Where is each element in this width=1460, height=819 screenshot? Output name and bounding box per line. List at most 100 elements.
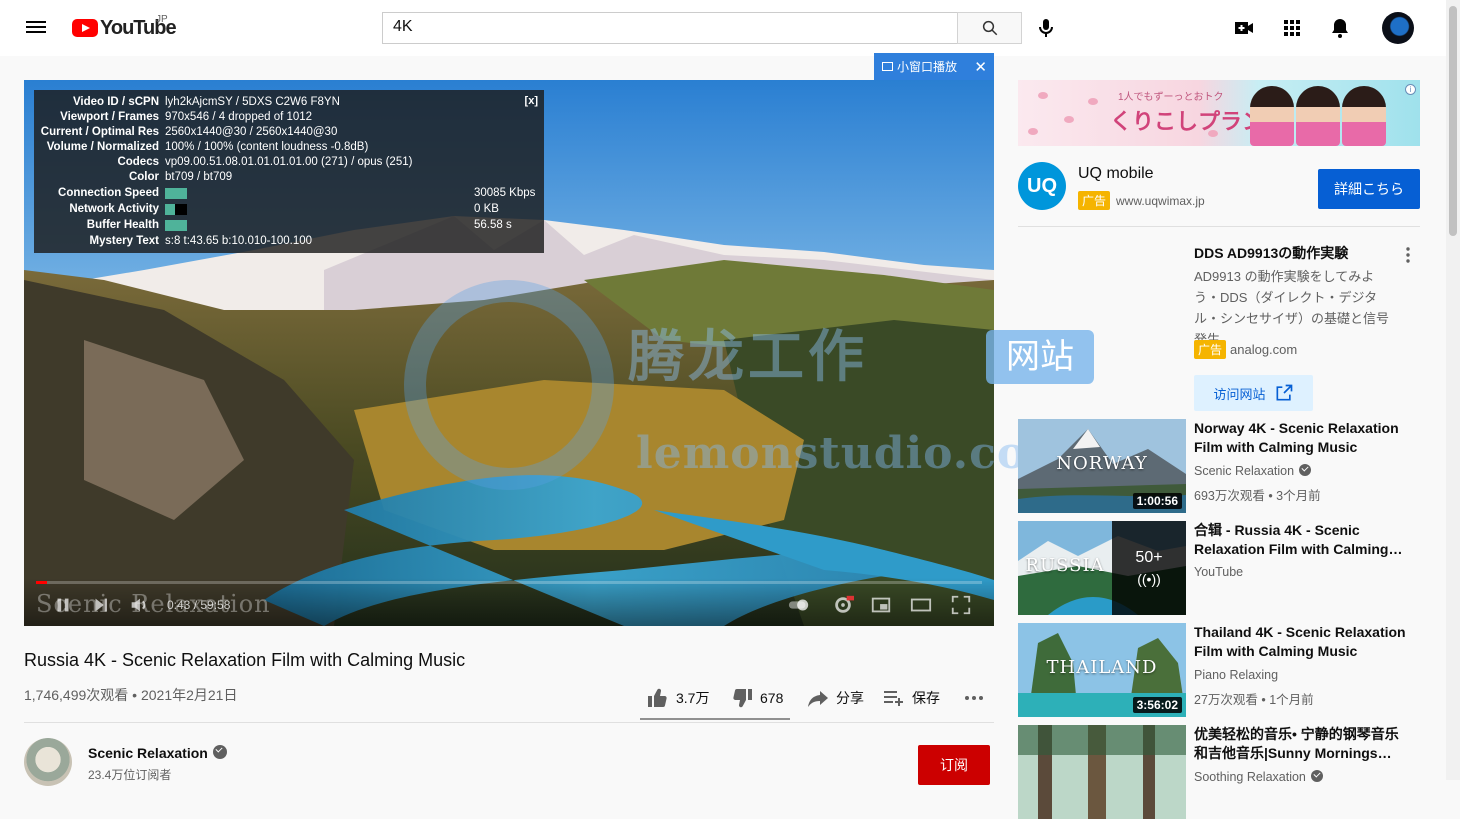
like-count: 3.7万 [676, 690, 710, 706]
playlist-overlay: 50+ ((•)) [1112, 521, 1186, 615]
like-ratio-bar [640, 718, 790, 720]
recommended-playlist[interactable]: RUSSIA 50+ ((•)) 合辑 - Russia 4K - Scenic… [1018, 521, 1420, 615]
channel-name-text: Scenic Relaxation [88, 745, 208, 761]
scrollbar-thumb[interactable] [1449, 6, 1457, 236]
stats-graph [165, 204, 187, 215]
stats-graph [165, 188, 187, 199]
video-thumbnail[interactable]: THAILAND 3:56:02 [1018, 623, 1186, 717]
divider [24, 722, 994, 723]
page-scrollbar[interactable] [1446, 0, 1460, 780]
channel-name[interactable]: Scenic Relaxation [88, 745, 227, 761]
recommended-title: Norway 4K - Scenic Relaxation Film with … [1194, 420, 1399, 455]
verified-icon [1299, 464, 1312, 476]
recommended-title: 合辑 - Russia 4K - Scenic Relaxation Film … [1194, 522, 1403, 557]
save-button[interactable]: 保存 [882, 686, 940, 710]
ad-description: AD9913 の動作実験をしてみよう・DDS（ダイレクト・デジタル・シンセサイザ… [1194, 269, 1390, 347]
menu-icon[interactable] [24, 18, 48, 38]
ad-title[interactable]: DDS AD9913の動作実験 [1194, 243, 1348, 263]
video-thumbnail[interactable]: RUSSIA 50+ ((•)) [1018, 521, 1186, 615]
thumbnail-text: THAILAND [1046, 657, 1158, 678]
ad-info-icon[interactable]: i [1405, 84, 1416, 95]
visit-site-label: 访问网站 [1213, 386, 1266, 402]
region-label: JP [156, 14, 168, 25]
stats-label: Network Activity [69, 203, 159, 215]
verified-icon [212, 745, 227, 759]
video-title: Russia 4K - Scenic Relaxation Film with … [24, 650, 466, 670]
visit-site-button[interactable]: 访问网站 [1194, 375, 1313, 411]
miniplayer-label: 小窗口播放 [897, 60, 958, 74]
recommended-video[interactable]: NORWAY 1:00:56 Norway 4K - Scenic Relaxa… [1018, 419, 1420, 513]
ad-site: analog.com [1230, 342, 1298, 357]
live-mix-icon: ((•)) [1137, 571, 1161, 587]
search-icon [982, 20, 997, 36]
ad-banner[interactable]: 1人でもずーっとおトク くりこしプラン i [1018, 80, 1420, 146]
stats-graph [165, 220, 187, 231]
thumbs-up-icon [648, 688, 667, 708]
stats-value: 100% / 100% (content loudness -0.8dB) [165, 141, 369, 153]
divider [1018, 226, 1420, 227]
stats-value: 0 KB [474, 203, 499, 215]
search-button[interactable] [957, 12, 1022, 44]
subscribe-button[interactable]: 订阅 [918, 745, 990, 785]
verified-icon [1310, 770, 1323, 782]
microphone-icon[interactable] [1034, 16, 1058, 40]
user-avatar[interactable] [1382, 12, 1414, 44]
share-button[interactable]: 分享 [806, 686, 864, 710]
site-watermark-badge: 网站 [986, 330, 1094, 384]
search-input[interactable]: 4K [382, 12, 958, 44]
top-bar: YouTube JP 4K [0, 0, 1446, 56]
video-thumbnail[interactable] [1018, 725, 1186, 819]
more-actions-icon[interactable] [962, 686, 986, 710]
notifications-bell-icon[interactable] [1328, 16, 1352, 40]
miniplayer-close-icon[interactable]: ✕ [974, 58, 987, 76]
ad-url: www.uqwimax.jp [1116, 193, 1205, 208]
time-display: 0:43 / 59:58 [167, 598, 231, 612]
ad-model-image [1250, 86, 1294, 146]
stats-close-button[interactable]: [x] [525, 94, 538, 109]
recommended-video[interactable]: THAILAND 3:56:02 Thailand 4K - Scenic Re… [1018, 623, 1420, 717]
stats-value: 2560x1440@30 / 2560x1440@30 [165, 126, 338, 138]
recommended-meta: 693万次观看 • 3个月前 [1194, 489, 1321, 503]
uq-logo[interactable]: UQ [1018, 162, 1066, 210]
recommended-channel: Piano Relaxing [1194, 668, 1279, 682]
create-video-icon[interactable] [1232, 16, 1256, 40]
like-button[interactable]: 3.7万 [646, 686, 709, 710]
settings-gear-icon[interactable] [832, 594, 854, 616]
thumbnail-image [1018, 725, 1186, 819]
site-watermark-en: lemonstudio.com [636, 428, 1075, 479]
more-options-icon[interactable] [1400, 246, 1416, 264]
site-watermark-logo [404, 280, 614, 490]
stats-label: Color [128, 171, 159, 183]
channel-avatar[interactable] [24, 738, 72, 786]
video-thumbnail[interactable]: NORWAY 1:00:56 [1018, 419, 1186, 513]
ad-cta-button[interactable]: 詳細こちら [1318, 169, 1420, 209]
recommended-channel: Scenic Relaxation [1194, 464, 1312, 478]
advertiser-name: UQ mobile [1078, 165, 1154, 182]
volume-icon[interactable] [128, 594, 150, 616]
stats-value: bt709 / bt709 [165, 171, 233, 183]
autoplay-toggle[interactable] [788, 594, 810, 616]
save-label: 保存 [912, 690, 940, 706]
thumbnail-text: RUSSIA [1025, 555, 1105, 576]
video-duration: 1:00:56 [1132, 493, 1182, 509]
apps-grid-icon[interactable] [1280, 16, 1304, 40]
recommended-meta: 27万次观看 • 1个月前 [1194, 693, 1314, 707]
stats-label: Volume / Normalized [46, 141, 159, 153]
youtube-play-icon [72, 19, 98, 37]
stats-value: 970x546 / 4 dropped of 1012 [165, 111, 313, 123]
progress-bar[interactable] [36, 581, 982, 584]
recommended-video[interactable]: 优美轻松的音乐• 宁静的钢琴音乐和吉他音乐|Sunny Mornings… So… [1018, 725, 1420, 819]
theater-mode-icon[interactable] [910, 594, 932, 616]
fullscreen-icon[interactable] [950, 594, 972, 616]
next-icon[interactable] [90, 594, 112, 616]
recommended-channel: YouTube [1194, 565, 1244, 579]
miniplayer-icon[interactable] [870, 594, 892, 616]
play-pause-icon[interactable] [52, 594, 74, 616]
subscriber-count: 23.4万位订阅者 [88, 768, 172, 782]
ad-badge: 广告 [1078, 191, 1111, 210]
stats-for-nerds-panel: [x] Video ID / sCPN lyh2kAjcmSY / 5DXS C2… [34, 90, 544, 253]
miniplayer-button[interactable]: 小窗口播放 ✕ [874, 53, 994, 80]
ad-banner-headline: くりこしプラン [1110, 109, 1265, 135]
stats-label: Connection Speed [58, 187, 159, 199]
dislike-button[interactable]: 678 [730, 686, 783, 710]
